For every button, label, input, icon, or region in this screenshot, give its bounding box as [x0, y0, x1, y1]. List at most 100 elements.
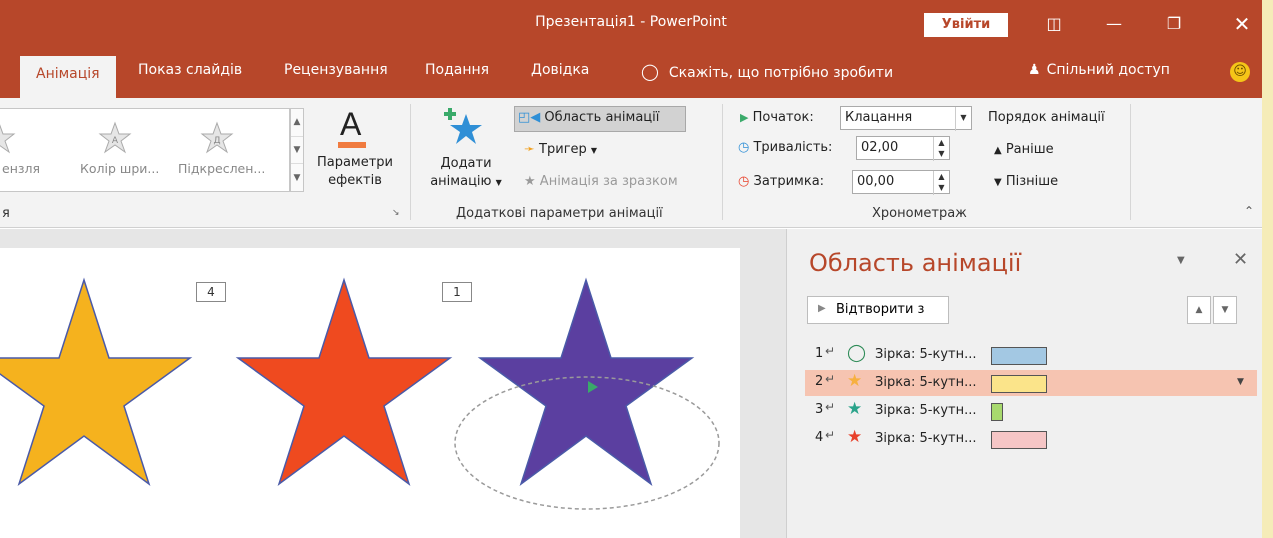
move-later-label: Пізніше — [1005, 174, 1059, 189]
smiley-feedback-icon[interactable]: ☺ — [1230, 62, 1250, 82]
group-label-animation: я — [2, 206, 10, 221]
animation-painter-label: Анімація за зразком — [539, 174, 678, 189]
duration-value: 02,00 — [861, 140, 899, 155]
restore-icon[interactable]: ❐ — [1156, 8, 1192, 40]
gallery-item-partial[interactable]: ензля — [2, 161, 40, 176]
ribbon-display-icon[interactable]: ◫ — [1036, 8, 1072, 40]
signin-button[interactable]: Увійти — [924, 13, 1008, 37]
powerpoint-window: Презентація1 - PowerPoint Увійти ◫ — ❐ ✕… — [0, 0, 1262, 538]
move-earlier-button[interactable]: ▲ Раніше — [994, 142, 1054, 157]
start-label: Початок: — [752, 110, 814, 125]
delay-spinner[interactable]: ▲ ▼ — [933, 171, 949, 195]
start-label-wrap: ▶ Початок: — [740, 110, 814, 125]
move-up-icon[interactable]: ▲ — [1187, 296, 1211, 324]
animation-list-item[interactable]: 3 ↵ ★ Зірка: 5-кутн... — [805, 398, 1257, 424]
delay-label-wrap: ◷ Затримка: — [738, 174, 824, 189]
mouse-click-icon: ↵ — [825, 372, 836, 386]
lightning-icon: ➛ — [524, 142, 535, 157]
slide-canvas[interactable]: 4 1 — [0, 248, 740, 538]
item-number: 2 — [815, 374, 824, 389]
mouse-click-icon: ↵ — [825, 344, 836, 358]
duration-input[interactable]: 02,00 ▲ ▼ — [856, 136, 950, 161]
close-icon[interactable]: ✕ — [1224, 8, 1260, 40]
gallery-item-underline[interactable]: Підкреслен... — [178, 161, 265, 176]
delay-input[interactable]: 00,00 ▲ ▼ — [852, 170, 950, 195]
gallery-scroll[interactable]: ▲ ▼ ▼ — [290, 108, 304, 192]
tab-review[interactable]: Рецензування — [284, 62, 388, 98]
item-dropdown-icon[interactable]: ▼ — [1237, 377, 1244, 387]
animation-list-item[interactable]: 2 ↵ ★ Зірка: 5-кутн... ▼ — [805, 370, 1257, 396]
pane-close-icon[interactable]: ✕ — [1233, 249, 1248, 270]
pane-options-icon[interactable]: ▼ — [1177, 255, 1185, 266]
triangle-up-icon: ▲ — [994, 145, 1002, 156]
tab-animation[interactable]: Анімація — [20, 56, 116, 98]
item-name: Зірка: 5-кутн... — [875, 375, 977, 390]
spin-down-icon[interactable]: ▼ — [934, 148, 949, 159]
lightbulb-icon: ◯ — [641, 62, 659, 81]
person-icon: ♟ — [1028, 62, 1041, 78]
timeline-bar — [991, 347, 1047, 365]
animation-order-badge[interactable]: 1 — [442, 282, 472, 302]
share-button[interactable]: ♟ Спільний доступ — [1028, 62, 1170, 78]
star-effect-icon[interactable]: Д — [200, 121, 234, 155]
gallery-more-icon[interactable]: ▼ — [291, 163, 303, 191]
animation-gallery: ензля A Колір шри... Д Підкреслен... — [0, 108, 290, 192]
timeline-bar — [991, 431, 1047, 449]
spin-up-icon[interactable]: ▲ — [934, 171, 949, 182]
item-number: 3 — [815, 402, 824, 417]
spin-down-icon[interactable]: ▼ — [934, 182, 949, 193]
chevron-down-icon[interactable]: ▼ — [291, 136, 303, 163]
animation-pane-button[interactable]: ◰◀ Область анімації — [518, 110, 659, 125]
ribbon-tabs: Анімація Показ слайдів Рецензування Пода… — [0, 48, 1262, 98]
add-animation-label-2: анімацію ▼ — [424, 174, 508, 189]
animation-pane-label: Область анімації — [544, 110, 660, 125]
window-title: Презентація1 - PowerPoint — [535, 14, 727, 30]
animation-order-badge[interactable]: 4 — [196, 282, 226, 302]
painter-star-icon: ★ — [524, 174, 536, 189]
tell-me-label: Скажіть, що потрібно зробити — [668, 65, 894, 81]
item-name: Зірка: 5-кутн... — [875, 347, 977, 362]
animation-list-item[interactable]: 1 ↵ ◯ Зірка: 5-кутн... — [805, 342, 1257, 368]
spin-effect-icon: ◯ — [847, 343, 867, 363]
star-effect-icon[interactable] — [0, 121, 16, 155]
dialog-launcher-icon[interactable]: ↘ — [392, 208, 400, 218]
duration-spinner[interactable]: ▲ ▼ — [933, 137, 949, 161]
dropdown-arrow-icon[interactable]: ▼ — [955, 107, 971, 131]
effect-options-label: Параметри ефектів — [316, 155, 394, 188]
animation-pane-icon: ◰◀ — [518, 110, 541, 125]
item-number: 1 — [815, 346, 824, 361]
play-icon: ▶ — [818, 303, 826, 314]
slide-editing-area: 4 1 — [0, 229, 786, 538]
effect-options-underline — [338, 142, 366, 148]
start-select[interactable]: Клацання ▼ — [840, 106, 972, 131]
share-label: Спільний доступ — [1046, 62, 1170, 78]
effect-options-button[interactable]: A Параметри ефектів — [312, 106, 402, 202]
star-effect-icon: ★ — [847, 427, 863, 447]
tell-me-search[interactable]: ◯ Скажіть, що потрібно зробити — [641, 62, 893, 81]
animation-list-item[interactable]: 4 ↵ ★ Зірка: 5-кутн... — [805, 426, 1257, 452]
trigger-button[interactable]: ➛ Тригер ▼ — [524, 142, 597, 157]
star-effect-icon: ★ — [847, 399, 863, 419]
move-down-icon[interactable]: ▼ — [1213, 296, 1237, 324]
minimize-icon[interactable]: — — [1096, 8, 1132, 40]
mouse-click-icon: ↵ — [825, 428, 836, 442]
star-effect-icon[interactable]: A — [98, 121, 132, 155]
add-animation-label-1: Додати — [440, 156, 492, 171]
collapse-ribbon-icon[interactable]: ⌃ — [1244, 204, 1254, 218]
chevron-up-icon[interactable]: ▲ — [291, 109, 303, 136]
tab-slideshow[interactable]: Показ слайдів — [138, 62, 242, 98]
animation-painter-button[interactable]: ★ Анімація за зразком — [524, 174, 678, 189]
star-shape-1[interactable] — [0, 277, 193, 486]
star-shape-2[interactable] — [235, 277, 453, 486]
gallery-item-font-color[interactable]: Колір шри... — [80, 161, 159, 176]
spin-up-icon[interactable]: ▲ — [934, 137, 949, 148]
add-animation-button[interactable]: Додати анімацію ▼ — [424, 106, 508, 202]
play-from-button[interactable]: ▶ Відтворити з — [807, 296, 949, 324]
duration-label: Тривалість: — [753, 140, 833, 155]
tab-view[interactable]: Подання — [425, 62, 489, 98]
item-name: Зірка: 5-кутн... — [875, 403, 977, 418]
tab-help[interactable]: Довідка — [531, 62, 589, 98]
separator — [1130, 104, 1131, 220]
star-shape-3[interactable] — [477, 277, 695, 486]
move-later-button[interactable]: ▼ Пізніше — [994, 174, 1058, 189]
